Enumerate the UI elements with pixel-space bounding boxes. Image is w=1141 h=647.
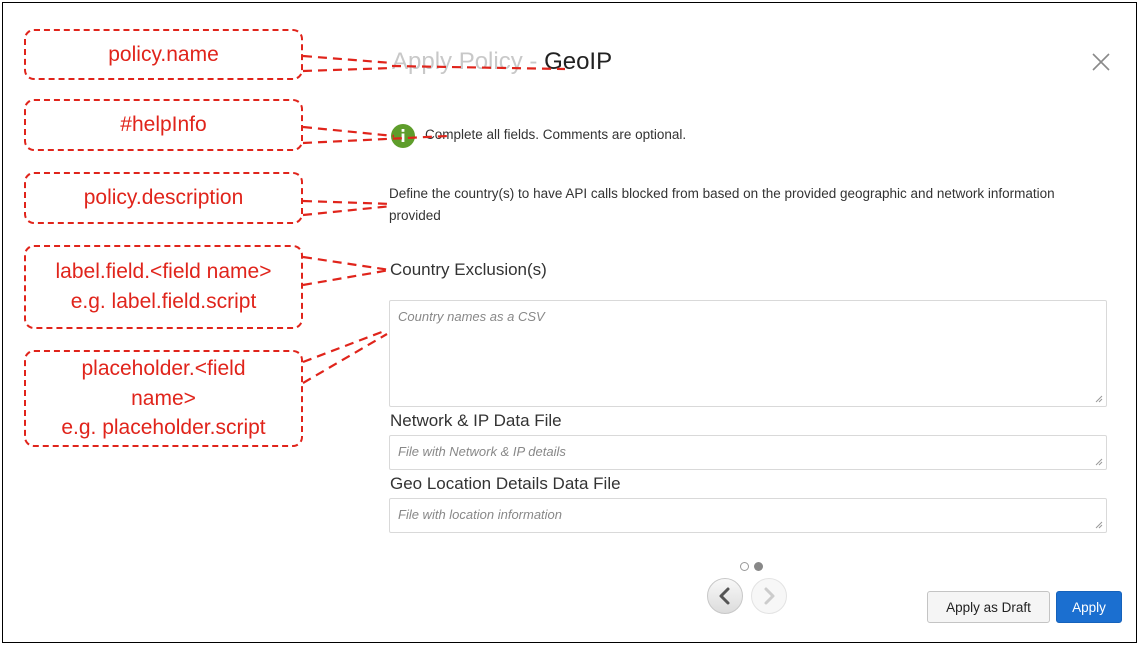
- connector-line: [302, 134, 449, 145]
- connector-line: [302, 54, 393, 65]
- connector-line: [302, 66, 393, 73]
- connector-line: [302, 328, 388, 364]
- connector-line: [302, 125, 395, 138]
- connector-line: [302, 204, 393, 217]
- connector-line: [302, 199, 393, 206]
- connector-line: [302, 268, 391, 287]
- connector-line: [302, 333, 388, 384]
- connector-line: [391, 64, 566, 71]
- annotation-connectors: [302, 54, 566, 384]
- connector-line: [302, 255, 391, 272]
